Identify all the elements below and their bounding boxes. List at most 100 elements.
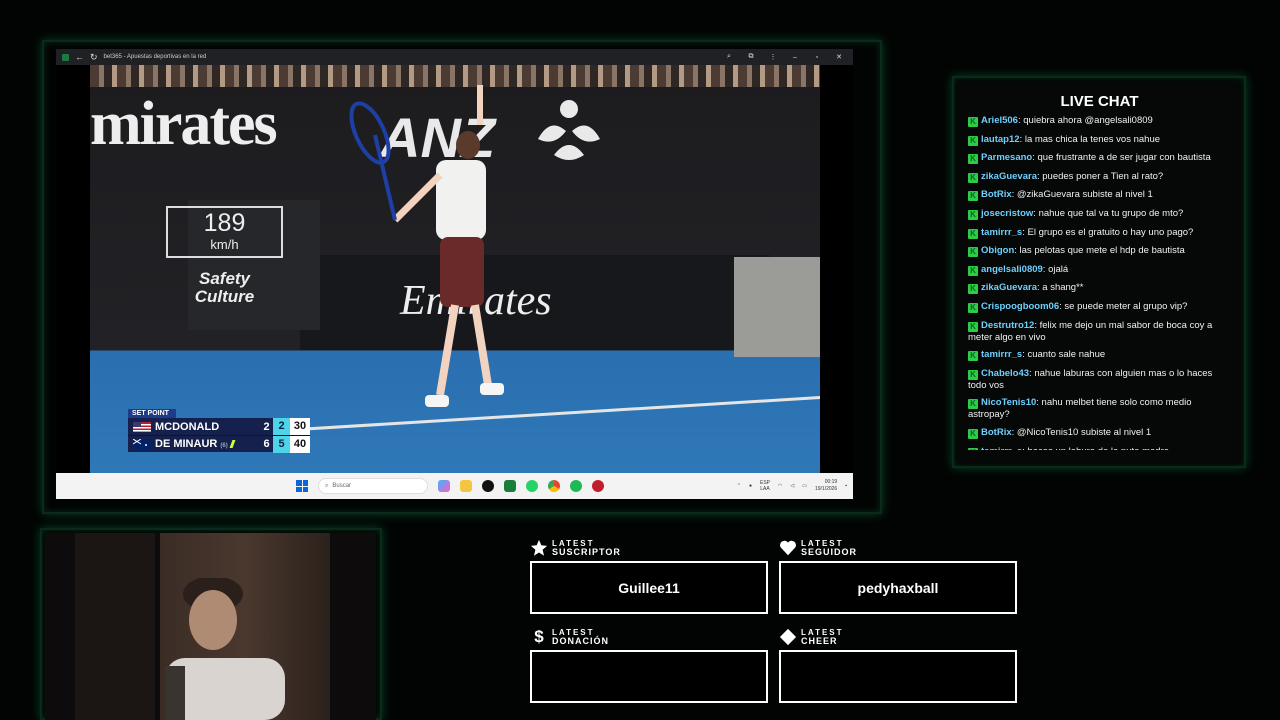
wifi-icon[interactable]: ◠: [778, 483, 782, 489]
spotify-icon[interactable]: [570, 480, 582, 492]
serving-indicator-icon: [229, 440, 236, 448]
chat-username[interactable]: Crispoogboom06: [981, 301, 1059, 312]
widget-label-main: CHEER: [801, 636, 838, 646]
widget-value: pedyhaxball: [779, 561, 1017, 614]
chat-username[interactable]: BotRix: [981, 427, 1012, 438]
widget-value: [530, 650, 768, 703]
chat-message-list[interactable]: K Ariel506: quiebra ahora @angelsali0809 K…: [968, 115, 1230, 450]
whatsapp-icon[interactable]: [526, 480, 538, 492]
stream-overlay: ← ↻ bet365 - Apuestas deportivas en la r…: [0, 0, 1280, 720]
grey-panel: [734, 257, 820, 357]
back-icon[interactable]: ←: [75, 52, 84, 62]
kick-badge-icon: K: [968, 191, 978, 202]
widget-header: $ LATEST DONACIÓN: [530, 627, 768, 647]
chat-message: K Chabelo43: nahue laburas con alguien ma…: [968, 368, 1230, 391]
chat-username[interactable]: BotRix: [981, 189, 1012, 200]
tennis-broadcast-video[interactable]: mirates ANZ Emirates 189 km/h Safety Cul…: [56, 65, 853, 473]
widget-label-main: DONACIÓN: [552, 636, 609, 646]
kick-badge-icon: K: [968, 172, 978, 183]
bet365-favicon-icon: [62, 53, 69, 61]
widget-value: [779, 650, 1017, 703]
serve-speed: 189 km/h: [166, 206, 283, 258]
player-points: 40: [290, 435, 310, 453]
menu-dots-icon[interactable]: ⋮: [765, 53, 781, 61]
scoreboard: SET POINT MCDONALD 2 2 30 DE MINAUR (6) …: [128, 409, 310, 453]
chat-username[interactable]: angelsali0809: [981, 264, 1043, 275]
reload-icon[interactable]: ↻: [90, 52, 98, 63]
battery-icon[interactable]: ▭: [802, 483, 807, 489]
zoom-icon[interactable]: ⌕: [721, 53, 737, 61]
widget-header: LATEST SUSCRIPTOR: [530, 538, 768, 558]
chat-username[interactable]: Destrutro12: [981, 320, 1034, 331]
copilot-icon[interactable]: [438, 480, 450, 492]
chat-username[interactable]: Chabelo43: [981, 368, 1029, 379]
app-icon[interactable]: [592, 480, 604, 492]
chevron-up-icon[interactable]: ⌃: [737, 483, 741, 489]
chat-text: se puede meter al grupo vip?: [1064, 300, 1188, 312]
chat-message: Ktamirrr_s: El grupo es el gratuito o ha…: [968, 227, 1230, 239]
chat-message: K BotRix: @zikaGuevara subiste al nivel 1: [968, 189, 1230, 202]
chat-message: K NicoTenis10: nahu melbet tiene solo com…: [968, 397, 1230, 420]
serve-speed-unit: km/h: [210, 237, 239, 252]
widget-label: LATEST SUSCRIPTOR: [552, 539, 621, 557]
streamer-person: [165, 578, 285, 720]
language-indicator[interactable]: ESP LAA: [760, 480, 770, 492]
heart-icon: [780, 540, 796, 556]
windows-start-icon[interactable]: [296, 480, 308, 492]
browser-titlebar: ← ↻ bet365 - Apuestas deportivas en la r…: [56, 49, 853, 65]
australia-flag-icon: [133, 439, 151, 449]
extensions-icon[interactable]: ⧉: [743, 53, 759, 61]
chat-username[interactable]: josecristow: [981, 208, 1033, 219]
chat-username[interactable]: Ariel506: [981, 115, 1018, 126]
browser-window[interactable]: ← ↻ bet365 - Apuestas deportivas en la r…: [56, 49, 853, 499]
chat-username[interactable]: zikaGuevara: [981, 171, 1037, 182]
player-games: 2: [273, 418, 290, 435]
webcam-feed: [45, 533, 376, 720]
mic-icon[interactable]: ●: [749, 483, 752, 489]
clock-time: 00:19: [824, 479, 838, 485]
minimize-icon[interactable]: –: [787, 54, 803, 61]
chat-message: Kjosecristow: nahue que tal va tu grupo …: [968, 208, 1230, 220]
tiktok-icon[interactable]: [482, 480, 494, 492]
file-explorer-icon[interactable]: [460, 480, 472, 492]
volume-icon[interactable]: ◁: [790, 483, 794, 489]
notifications-icon[interactable]: ▪: [845, 483, 847, 489]
chat-text: que frustrante a de ser jugar con bautis…: [1037, 152, 1211, 164]
chat-text: a shang**: [1042, 282, 1084, 294]
safety-culture-logo: Safety Culture: [194, 269, 255, 306]
bet365-app-icon[interactable]: [504, 480, 516, 492]
kick-badge-icon: K: [968, 154, 978, 165]
latest-donacion-widget: $ LATEST DONACIÓN: [530, 627, 768, 703]
clock-date: 19/1/2026: [814, 486, 838, 492]
maximize-icon[interactable]: ▫: [809, 54, 825, 61]
taskbar-search[interactable]: ⌕ Buscar: [318, 478, 428, 494]
chat-username[interactable]: Parmesano: [981, 152, 1032, 163]
tab-title[interactable]: bet365 - Apuestas deportivas en la red: [104, 54, 207, 60]
chrome-icon[interactable]: [548, 480, 560, 492]
kick-badge-icon: K: [968, 117, 978, 127]
kick-badge-icon: K: [968, 209, 978, 220]
widget-label: LATEST SEGUIDOR: [801, 539, 857, 557]
widget-label-main: SUSCRIPTOR: [552, 547, 621, 557]
chat-text: quiebra ahora @angelsali0809: [1023, 115, 1153, 126]
close-icon[interactable]: ✕: [831, 53, 847, 61]
live-chat-title: LIVE CHAT: [1060, 93, 1139, 110]
widget-value: Guillee11: [530, 561, 768, 614]
kick-badge-icon: K: [968, 284, 978, 295]
star-icon: [530, 539, 548, 556]
player-seed: (6): [220, 443, 228, 449]
chat-username[interactable]: tamirrr_s: [981, 227, 1022, 238]
chat-message: K Parmesano: que frustrante a de ser juga…: [968, 152, 1230, 165]
chat-username[interactable]: NicoTenis10: [981, 397, 1036, 408]
search-icon: ⌕: [325, 482, 329, 489]
chat-username[interactable]: zikaGuevara: [981, 282, 1037, 293]
usa-flag-icon: [133, 421, 151, 432]
chat-username[interactable]: tamirrr_s: [981, 349, 1022, 360]
clock[interactable]: 00:19 19/1/2026: [815, 479, 837, 493]
live-chat-panel: LIVE CHAT K Ariel506: quiebra ahora @ange…: [958, 82, 1241, 464]
chat-username[interactable]: lautap12: [981, 134, 1020, 145]
system-tray: ⌃ ● ESP LAA ◠ ◁ ▭ 00:19 19/1/2026 ▪: [737, 473, 847, 499]
chat-username[interactable]: Obigon: [981, 245, 1014, 256]
kick-badge-icon: K: [968, 302, 978, 313]
chat-username[interactable]: tamirrr_s: [981, 446, 1022, 451]
